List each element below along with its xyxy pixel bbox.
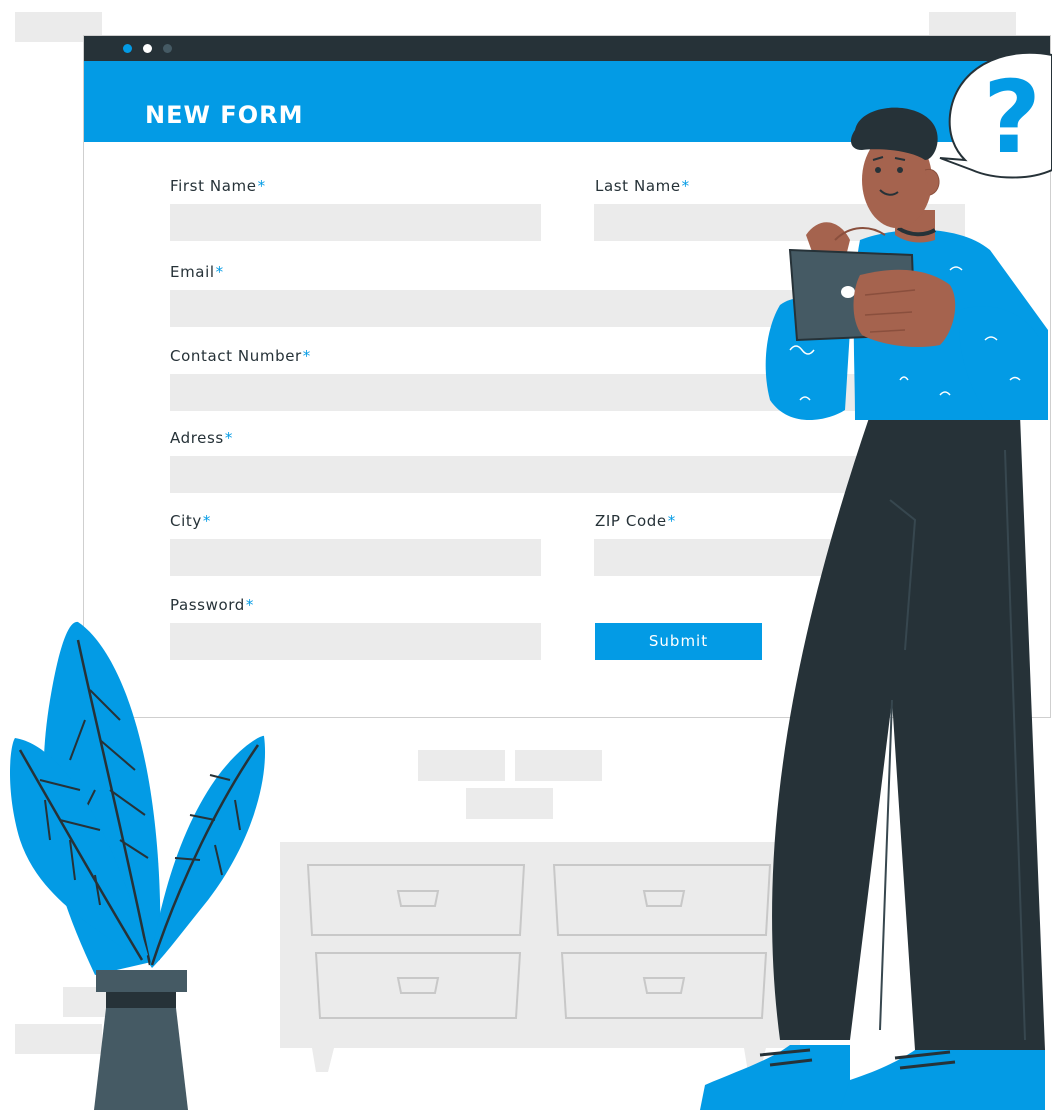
illustration-layer: ? — [10, 51, 1052, 1110]
plant-illustration — [10, 621, 266, 1110]
cabinet-illustration — [280, 842, 800, 1072]
question-mark: ? — [983, 59, 1041, 176]
question-speech-bubble: ? — [939, 51, 1052, 179]
